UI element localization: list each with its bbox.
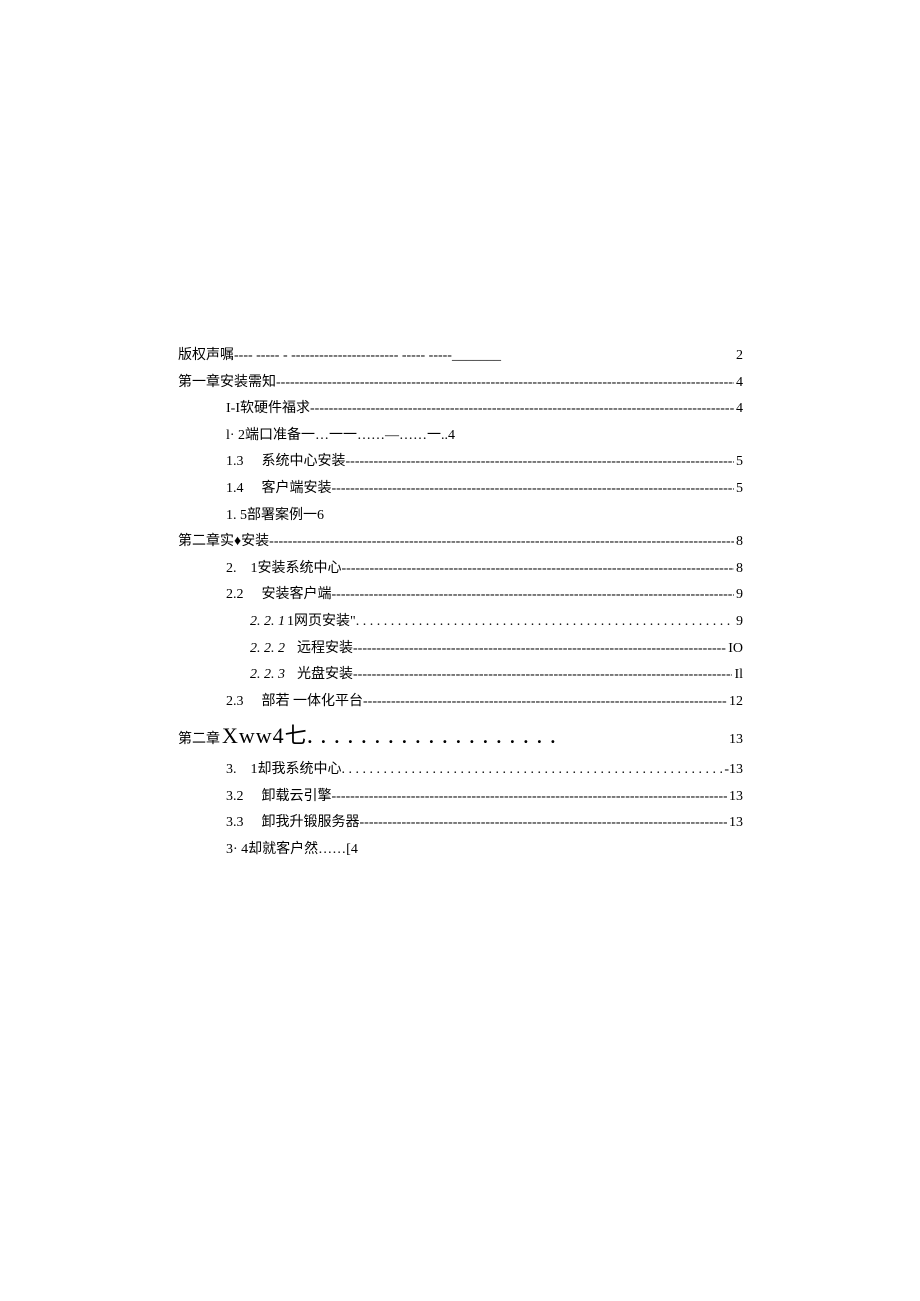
toc-leader: [332, 582, 735, 609]
toc-page: 9: [734, 609, 743, 636]
toc-page: 12: [727, 689, 743, 716]
toc-title: 1. 5部署案例一6: [226, 503, 324, 530]
toc-leader: [276, 370, 734, 397]
toc-leader: [332, 476, 735, 503]
toc-num: 2.2: [226, 582, 244, 609]
toc-page: 4: [734, 370, 743, 397]
toc-leader: [353, 636, 726, 663]
toc-2-1: 2. 1安装系统中心 8: [178, 556, 743, 583]
toc-leader: [346, 449, 735, 476]
toc-page: 2: [734, 343, 743, 370]
toc-1-3: 1.3 系统中心安装 5: [178, 449, 743, 476]
toc-title: 1安装系统中心: [237, 556, 342, 583]
toc-num: 1.3: [226, 449, 244, 476]
toc-leader: [342, 556, 735, 583]
toc-num: 3.: [226, 757, 237, 784]
toc-page: 13: [727, 810, 743, 837]
toc-num: 1.4: [226, 476, 244, 503]
toc-leader: [234, 343, 734, 370]
toc-page: Il: [732, 662, 743, 689]
toc-3-2: 3.2 卸载云引擎 13: [178, 784, 743, 811]
toc-num: 2.: [226, 556, 237, 583]
toc-1-1: I-I软硬件福求 4: [178, 396, 743, 423]
toc-page: 8: [734, 529, 743, 556]
toc-leader: [356, 609, 734, 636]
toc-title: 光盘安装: [285, 662, 353, 689]
toc-num: 2. 2. 2: [250, 636, 285, 663]
toc-1-2: l· 2端口准备一…一一……—……一..4: [178, 423, 743, 450]
toc-2-2: 2.2 安装客户端 9: [178, 582, 743, 609]
toc-3-4: 3· 4却就客户然……[4: [178, 837, 743, 864]
toc-page: 4: [734, 396, 743, 423]
toc-title: 客户端安装: [244, 476, 332, 503]
toc-title: I-I软硬件福求: [226, 396, 310, 423]
toc-page: 13: [715, 727, 743, 754]
toc-2-2-3: 2. 2. 3 光盘安装 Il: [178, 662, 743, 689]
toc-3-1: 3. 1却我系统中心 -13: [178, 757, 743, 784]
toc-title: 安装客户端: [244, 582, 332, 609]
toc-title-ocr: Xww4七: [220, 715, 308, 757]
toc-page: IO: [726, 636, 743, 663]
toc-num: 2.3: [226, 689, 244, 716]
toc-title: 卸载云引擎: [244, 784, 332, 811]
toc-leader: [332, 784, 728, 811]
toc-2-2-2: 2. 2. 2 远程安装 IO: [178, 636, 743, 663]
toc-title: 3· 4却就客户然……[4: [226, 837, 358, 864]
toc-page: 13: [727, 784, 743, 811]
toc-3-3: 3.3 卸我升锻服务器 13: [178, 810, 743, 837]
toc-title: 部若 一体化平台: [244, 689, 364, 716]
toc-leader: [308, 720, 715, 754]
toc-page: 9: [734, 582, 743, 609]
toc-title: 1却我系统中心: [237, 757, 342, 784]
toc-1-5: 1. 5部署案例一6: [178, 503, 743, 530]
toc-page: 5: [734, 476, 743, 503]
toc-title: 卸我升锻服务器: [244, 810, 360, 837]
toc-1-4: 1.4 客户端安装 5: [178, 476, 743, 503]
toc-num: 2. 2. 1: [250, 609, 285, 636]
toc-ch2: 第二章实♦安装 8: [178, 529, 743, 556]
toc-leader: [342, 757, 723, 784]
toc-title: 远程安装: [285, 636, 353, 663]
toc-title: 1网页安装": [285, 609, 356, 636]
toc-2-3: 2.3 部若 一体化平台 12: [178, 689, 743, 716]
toc-2-2-1: 2. 2. 1 1网页安装" 9: [178, 609, 743, 636]
toc-leader: [310, 396, 734, 423]
toc-title-prefix: 第二章: [178, 727, 220, 754]
toc-title: 第一章安装需知: [178, 370, 276, 397]
toc-leader: [360, 810, 728, 837]
toc-title: l· 2端口准备一…一一……—……一..4: [226, 423, 455, 450]
toc-copyright: 版权声嘱 2: [178, 343, 743, 370]
toc-title: 版权声嘱: [178, 343, 234, 370]
toc-num: 3.3: [226, 810, 244, 837]
toc-ch1: 第一章安装需知 4: [178, 370, 743, 397]
toc-container: 版权声嘱 2 第一章安装需知 4 I-I软硬件福求 4 l· 2端口准备一…一一…: [178, 343, 743, 863]
toc-leader: [363, 689, 727, 716]
toc-num: 2. 2. 3: [250, 662, 285, 689]
toc-leader: [353, 662, 732, 689]
toc-page: -13: [722, 757, 743, 784]
toc-page: 5: [734, 449, 743, 476]
toc-num: 3.2: [226, 784, 244, 811]
toc-leader: [269, 529, 734, 556]
toc-page: 8: [734, 556, 743, 583]
toc-title: 系统中心安装: [244, 449, 346, 476]
toc-title: 第二章实♦安装: [178, 529, 269, 556]
toc-ch3: 第二章 Xww4七 13: [178, 715, 743, 757]
